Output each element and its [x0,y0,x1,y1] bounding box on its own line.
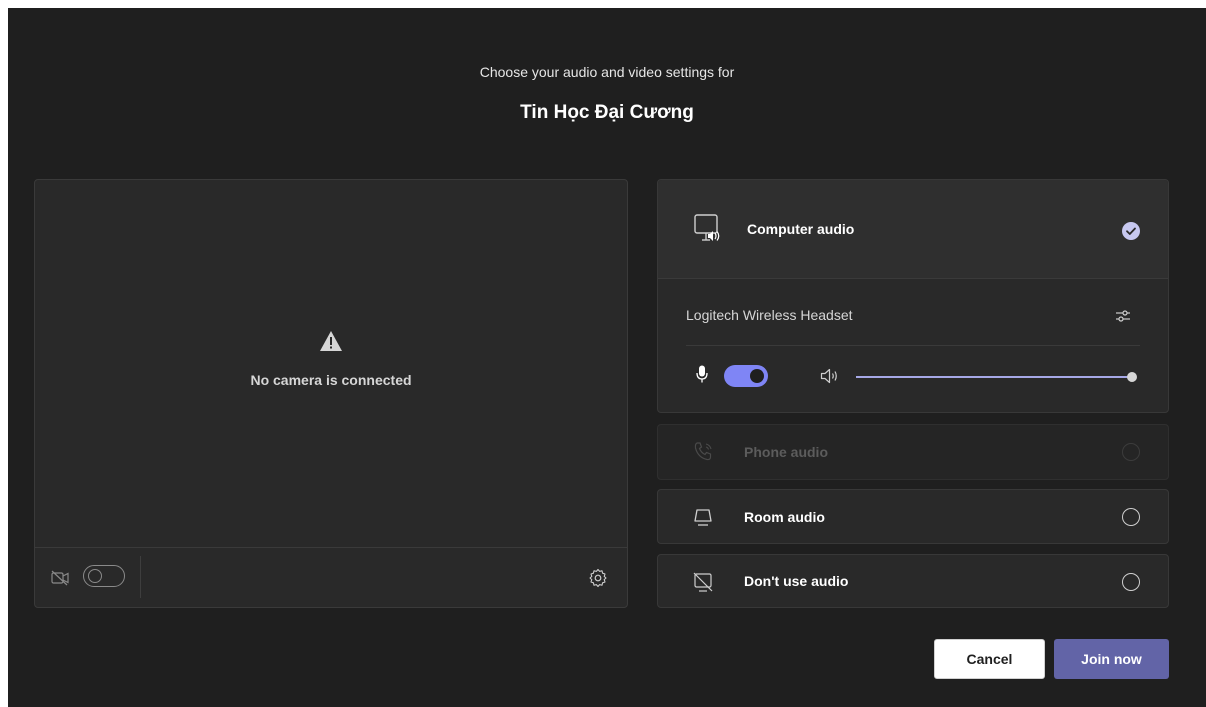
audio-device-name: Logitech Wireless Headset [686,307,853,323]
device-settings-icon[interactable] [1114,307,1132,325]
phone-audio-radio [1122,443,1140,461]
volume-thumb[interactable] [1127,372,1137,382]
video-controls [35,548,627,607]
room-audio-radio[interactable] [1122,508,1140,526]
heading-subtitle: Choose your audio and video settings for [479,64,735,80]
divider [140,556,141,598]
no-audio-icon [693,572,713,592]
computer-audio-label: Computer audio [747,221,855,237]
join-now-button[interactable]: Join now [1054,639,1169,679]
room-audio-icon [694,509,712,526]
video-preview: No camera is connected [35,180,627,548]
speaker-icon [820,368,837,384]
meeting-title: Tin Học Đại Cương [520,102,694,123]
camera-toggle-knob [88,569,102,583]
camera-toggle[interactable] [83,565,125,587]
gear-icon[interactable] [588,568,608,588]
microphone-toggle-knob [750,369,764,383]
computer-audio-icon [694,214,720,241]
volume-slider[interactable] [856,372,1137,382]
computer-audio-option[interactable]: Computer audio Logitech Wireless Headset [657,179,1169,413]
no-camera-message: No camera is connected [250,372,412,388]
phone-audio-label: Phone audio [744,444,828,460]
microphone-toggle[interactable] [724,365,768,387]
no-audio-radio[interactable] [1122,573,1140,591]
microphone-icon [696,365,708,383]
no-audio-option[interactable]: Don't use audio [657,554,1169,608]
phone-icon [694,442,712,461]
phone-audio-option: Phone audio [657,424,1169,480]
divider [686,345,1140,346]
checkmark-icon [1122,222,1140,240]
room-audio-option[interactable]: Room audio [657,489,1169,544]
computer-audio-header[interactable]: Computer audio [658,180,1168,279]
warning-icon [320,331,342,351]
prejoin-screen: Choose your audio and video settings for… [8,8,1206,707]
room-audio-label: Room audio [744,509,825,525]
video-preview-panel: No camera is connected [34,179,628,608]
volume-fill [856,376,1132,378]
no-audio-label: Don't use audio [744,573,849,589]
cancel-button[interactable]: Cancel [934,639,1045,679]
camera-off-icon [51,570,69,586]
